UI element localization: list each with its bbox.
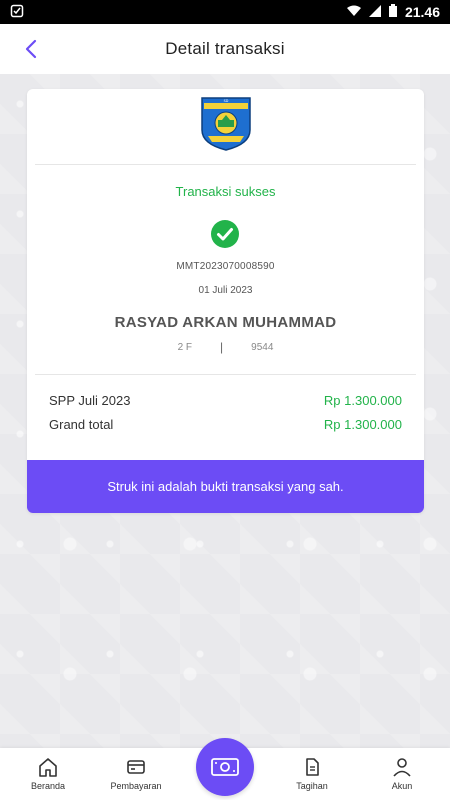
nav-label: Akun	[391, 781, 413, 791]
signal-icon	[368, 4, 381, 20]
nav-item-akun[interactable]: Akun	[362, 756, 442, 791]
school-logo: SD	[27, 94, 424, 156]
page-title: Detail transaksi	[165, 39, 285, 58]
transaction-id: MMT2023070008590	[176, 261, 275, 272]
nav-item-pembayaran[interactable]: Pembayaran	[96, 756, 176, 791]
status-bar: 21.46	[0, 0, 450, 24]
status-right: 21.46	[346, 4, 440, 20]
chevron-left-icon	[25, 39, 37, 59]
divider	[35, 374, 416, 375]
grand-total-row: Grand total Rp 1.300.000	[49, 417, 402, 432]
back-button[interactable]	[18, 36, 44, 62]
receipt-card: SD Transaksi sukses MMT2023070008590 01 …	[27, 89, 424, 513]
app-header: Detail transaksi	[0, 24, 450, 74]
nav-center-payment-button[interactable]	[196, 738, 254, 796]
wifi-icon	[346, 4, 361, 20]
svg-text:SD: SD	[223, 99, 228, 103]
line-item-amount: Rp 1.300.000	[323, 393, 402, 408]
nav-item-tagihan[interactable]: Tagihan	[272, 756, 352, 791]
footer-note-text: Struk ini adalah bukti transaksi yang sa…	[107, 479, 344, 494]
line-item-label: SPP Juli 2023	[49, 393, 131, 408]
nav-item-beranda[interactable]: Beranda	[8, 756, 88, 791]
battery-icon	[388, 4, 397, 20]
bill-icon	[306, 758, 319, 776]
transaction-date: 01 Juli 2023	[198, 285, 253, 296]
transaction-status: Transaksi sukses	[175, 184, 276, 199]
grand-total-label: Grand total	[49, 417, 114, 432]
receipt-footer-note: Struk ini adalah bukti transaksi yang sa…	[27, 460, 424, 513]
student-meta: 2 F | 9544	[27, 340, 424, 354]
home-icon	[39, 758, 57, 777]
check-circle-icon	[211, 220, 239, 248]
grand-total-amount: Rp 1.300.000	[323, 417, 402, 432]
student-name: RASYAD ARKAN MUHAMMAD	[114, 314, 337, 331]
card-icon	[127, 760, 145, 774]
notification-icon	[10, 4, 24, 21]
divider	[35, 164, 416, 165]
nav-label: Tagihan	[296, 781, 328, 791]
nav-label: Beranda	[30, 781, 66, 791]
nav-label: Pembayaran	[110, 781, 162, 791]
user-icon	[393, 758, 411, 777]
student-class: 2 F	[177, 341, 193, 353]
line-item: SPP Juli 2023 Rp 1.300.000	[49, 393, 402, 408]
status-time: 21.46	[404, 4, 440, 20]
status-left	[10, 4, 24, 21]
student-id: 9544	[251, 341, 274, 353]
meta-separator: |	[220, 340, 224, 354]
money-icon	[211, 758, 239, 776]
